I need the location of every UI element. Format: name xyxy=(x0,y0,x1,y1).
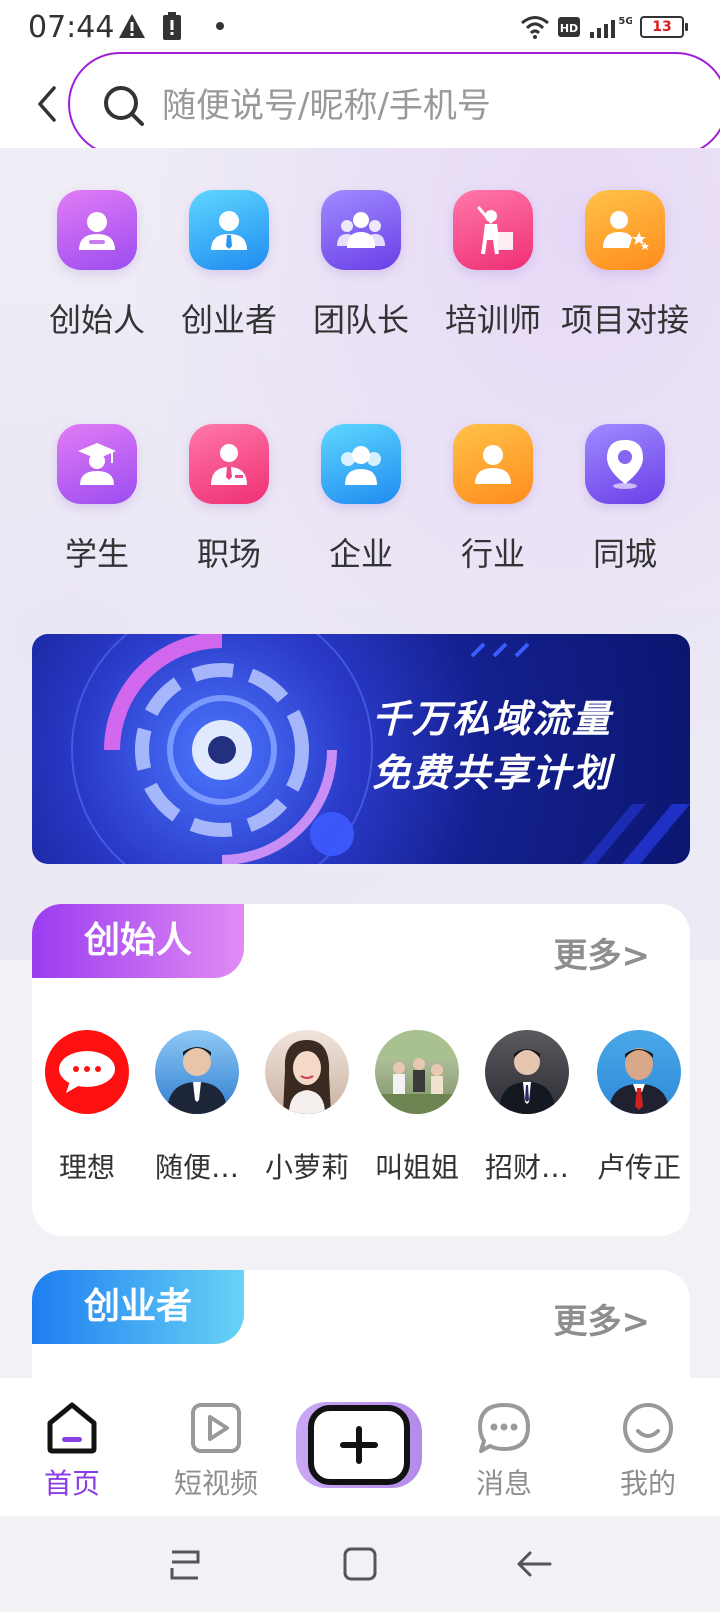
nav-label: 短视频 xyxy=(173,1467,258,1500)
network-label: 5G xyxy=(618,16,632,27)
nav-label: 消息 xyxy=(475,1467,532,1500)
message-icon xyxy=(476,1400,532,1456)
trainer-icon xyxy=(453,190,533,270)
category-entrepreneur[interactable]: 创业者 xyxy=(163,190,295,344)
battery-icon: 13 xyxy=(640,16,688,38)
chat-bubble-logo xyxy=(45,1030,129,1114)
enterprise-icon xyxy=(321,424,401,504)
dot-icon xyxy=(216,22,224,30)
category-label: 职场 xyxy=(196,535,261,573)
video-icon xyxy=(188,1400,244,1456)
battery-saver-icon xyxy=(163,12,181,40)
category-label: 行业 xyxy=(460,535,525,573)
category-label: 培训师 xyxy=(444,301,541,339)
home-button-icon[interactable] xyxy=(340,1544,380,1584)
category-team-leader[interactable]: 团队长 xyxy=(295,190,427,344)
team-leader-icon xyxy=(321,190,401,270)
group-outdoor-photo xyxy=(375,1030,459,1114)
search-icon xyxy=(104,86,144,126)
more-link[interactable]: 更多> xyxy=(554,928,651,977)
more-link[interactable]: 更多> xyxy=(554,1294,651,1343)
entrepreneur-icon xyxy=(189,190,269,270)
member-name: 叫姐姐 xyxy=(374,1151,459,1184)
member-item[interactable]: 随便… xyxy=(142,1030,252,1186)
section-title: 创始人 xyxy=(32,904,244,978)
member-name: 随便… xyxy=(154,1151,239,1184)
status-right-icons: HD 5G 13 xyxy=(520,14,688,40)
status-bar: 07:44 HD 5G 13 xyxy=(0,0,720,56)
nav-messages[interactable]: 消息 xyxy=(454,1400,554,1502)
back-button-icon[interactable] xyxy=(514,1544,554,1584)
member-name: 招财… xyxy=(484,1151,569,1184)
nav-profile[interactable]: 我的 xyxy=(598,1400,698,1502)
nav-short-video[interactable]: 短视频 xyxy=(166,1400,266,1502)
promo-banner[interactable]: 千万私域流量 免费共享计划 xyxy=(32,634,690,864)
hd-icon: HD xyxy=(558,17,580,37)
system-nav-bar xyxy=(0,1516,720,1612)
status-time: 07:44 xyxy=(28,10,115,45)
nav-home[interactable]: 首页 xyxy=(22,1400,122,1502)
member-name: 卢传正 xyxy=(596,1151,681,1184)
section-founders: 创始人 更多> 理想 随便… 小萝莉 叫姐姐 招财… 卢传正 xyxy=(32,904,690,1236)
founder-icon xyxy=(57,190,137,270)
category-label: 企业 xyxy=(328,535,393,573)
category-local[interactable]: 同城 xyxy=(559,424,691,578)
category-industry[interactable]: 行业 xyxy=(427,424,559,578)
post-button[interactable] xyxy=(296,1402,422,1488)
nav-label: 首页 xyxy=(43,1467,100,1500)
category-label: 团队长 xyxy=(312,301,409,339)
wifi-icon xyxy=(521,16,549,39)
category-trainer[interactable]: 培训师 xyxy=(427,190,559,344)
woman-portrait-photo xyxy=(265,1030,349,1114)
category-student[interactable]: 学生 xyxy=(31,424,163,578)
member-list: 理想 随便… 小萝莉 叫姐姐 招财… 卢传正 xyxy=(32,1030,690,1210)
member-name: 理想 xyxy=(58,1151,115,1184)
svg-text:HD: HD xyxy=(560,22,578,35)
project-match-icon xyxy=(585,190,665,270)
category-label: 项目对接 xyxy=(560,301,689,339)
home-icon xyxy=(44,1400,100,1456)
category-label: 学生 xyxy=(64,535,129,573)
member-item[interactable]: 理想 xyxy=(32,1030,142,1186)
member-item[interactable]: 招财… xyxy=(472,1030,582,1186)
banner-line-1: 千万私域流量 xyxy=(372,697,613,741)
signal-icon: 5G xyxy=(590,16,632,38)
member-name: 小萝莉 xyxy=(264,1151,349,1184)
category-workplace[interactable]: 职场 xyxy=(163,424,295,578)
category-enterprise[interactable]: 企业 xyxy=(295,424,427,578)
back-icon[interactable] xyxy=(30,82,64,126)
member-item[interactable]: 叫姐姐 xyxy=(362,1030,472,1186)
industry-icon xyxy=(453,424,533,504)
category-label: 创业者 xyxy=(180,301,277,339)
category-project-match[interactable]: 项目对接 xyxy=(559,190,691,344)
section-title: 创业者 xyxy=(32,1270,244,1344)
status-left-icons xyxy=(118,12,228,40)
search-input[interactable] xyxy=(162,76,702,136)
student-icon xyxy=(57,424,137,504)
category-label: 同城 xyxy=(592,535,657,573)
category-founder[interactable]: 创始人 xyxy=(31,190,163,344)
warning-icon xyxy=(119,14,145,38)
nav-label: 我的 xyxy=(619,1467,676,1500)
man-red-tie-photo xyxy=(597,1030,681,1114)
workplace-icon xyxy=(189,424,269,504)
profile-icon xyxy=(620,1400,676,1456)
man-in-car-photo xyxy=(485,1030,569,1114)
search-bar[interactable] xyxy=(68,52,720,156)
member-item[interactable]: 卢传正 xyxy=(584,1030,694,1186)
man-in-suit-photo xyxy=(155,1030,239,1114)
add-icon xyxy=(308,1405,410,1485)
bottom-nav: 首页 短视频 消息 我的 xyxy=(0,1378,720,1516)
recent-apps-icon[interactable] xyxy=(166,1544,206,1584)
banner-text: 千万私域流量 免费共享计划 xyxy=(372,692,612,800)
member-item[interactable]: 小萝莉 xyxy=(252,1030,362,1186)
banner-line-2: 免费共享计划 xyxy=(372,751,613,795)
location-icon xyxy=(585,424,665,504)
category-label: 创始人 xyxy=(48,301,145,339)
